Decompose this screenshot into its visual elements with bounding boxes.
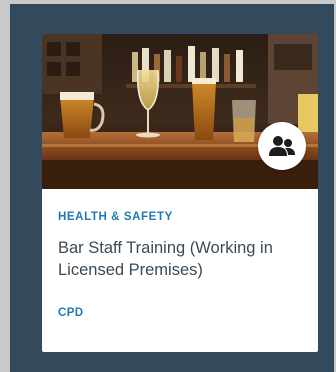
group-icon — [269, 136, 295, 156]
course-tag: CPD — [58, 307, 84, 319]
course-image[interactable] — [42, 34, 318, 189]
card-body: HEALTH & SAFETY Bar Staff Training (Work… — [42, 211, 318, 319]
badge-circle — [258, 122, 306, 170]
course-category: HEALTH & SAFETY — [58, 211, 173, 223]
course-title[interactable]: Bar Staff Training (Working in Licensed … — [58, 237, 302, 281]
course-card[interactable]: HEALTH & SAFETY Bar Staff Training (Work… — [42, 34, 318, 352]
content-panel: HEALTH & SAFETY Bar Staff Training (Work… — [10, 4, 334, 372]
